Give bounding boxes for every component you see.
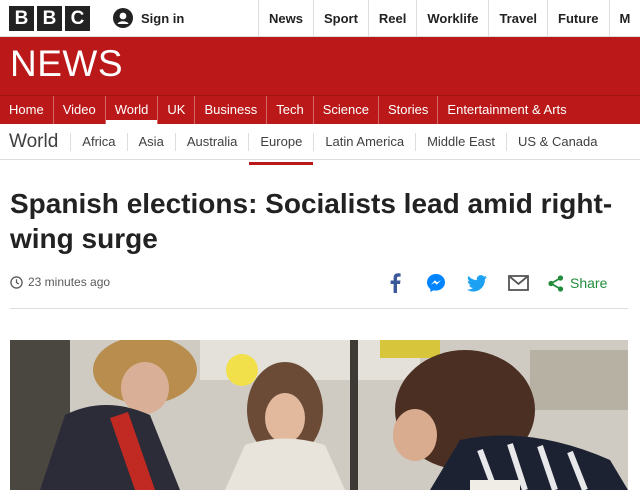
section-nav-uk[interactable]: UK [157, 96, 194, 124]
sub-nav-section-title[interactable]: World [0, 131, 70, 153]
sub-nav-us-canada[interactable]: US & Canada [506, 132, 609, 151]
section-nav-world[interactable]: World [104, 96, 158, 124]
sub-nav-latin-america[interactable]: Latin America [313, 132, 415, 151]
messenger-icon[interactable] [425, 272, 447, 294]
logo-letter: B [37, 6, 62, 31]
account-icon [113, 8, 133, 28]
sub-nav-middle-east[interactable]: Middle East [415, 132, 506, 151]
bbc-logo[interactable]: B B C [9, 6, 90, 31]
article-headline: Spanish elections: Socialists lead amid … [10, 188, 613, 254]
sub-nav-africa[interactable]: Africa [70, 132, 126, 151]
top-nav-reel[interactable]: Reel [367, 0, 416, 37]
sub-nav-asia[interactable]: Asia [126, 132, 175, 151]
email-icon[interactable] [507, 272, 529, 294]
sub-nav: World Africa Asia Australia Europe Latin… [0, 124, 640, 165]
share-tools: Share [384, 272, 607, 294]
share-button[interactable]: Share [548, 274, 608, 292]
top-nav-news[interactable]: News [258, 0, 313, 37]
divider [10, 308, 628, 309]
logo-letter: C [65, 6, 90, 31]
news-title[interactable]: NEWS [10, 43, 123, 85]
share-label: Share [570, 275, 608, 291]
top-nav-travel[interactable]: Travel [488, 0, 547, 37]
section-nav-stories[interactable]: Stories [377, 96, 437, 124]
hero-image[interactable] [10, 340, 628, 490]
section-nav-entertainment-arts[interactable]: Entertainment & Arts [437, 96, 575, 124]
top-nav: News Sport Reel Worklife Travel Future M [258, 0, 640, 37]
sign-in-label: Sign in [141, 10, 185, 26]
logo-letter: B [9, 6, 34, 31]
section-nav: Home Video World UK Business Tech Scienc… [0, 95, 640, 124]
top-nav-more[interactable]: M [608, 0, 640, 37]
article-meta: 23 minutes ago [10, 275, 110, 289]
top-nav-future[interactable]: Future [547, 0, 608, 37]
hero-photo [10, 340, 628, 490]
section-nav-science[interactable]: Science [312, 96, 378, 124]
sub-nav-australia[interactable]: Australia [174, 132, 249, 151]
top-bar: B B C Sign in News Sport Reel Worklife T… [0, 0, 640, 37]
share-icon [548, 274, 564, 292]
top-nav-sport[interactable]: Sport [312, 0, 368, 37]
section-nav-business[interactable]: Business [194, 96, 266, 124]
section-nav-tech[interactable]: Tech [266, 96, 312, 124]
twitter-icon[interactable] [466, 272, 488, 294]
facebook-icon[interactable] [384, 272, 406, 294]
top-nav-worklife[interactable]: Worklife [416, 0, 488, 37]
clock-icon [10, 275, 23, 289]
sub-nav-europe[interactable]: Europe [248, 132, 314, 165]
sign-in-link[interactable]: Sign in [113, 8, 184, 28]
article-timestamp: 23 minutes ago [28, 275, 111, 289]
section-nav-video[interactable]: Video [52, 96, 105, 124]
section-nav-home[interactable]: Home [0, 96, 53, 124]
